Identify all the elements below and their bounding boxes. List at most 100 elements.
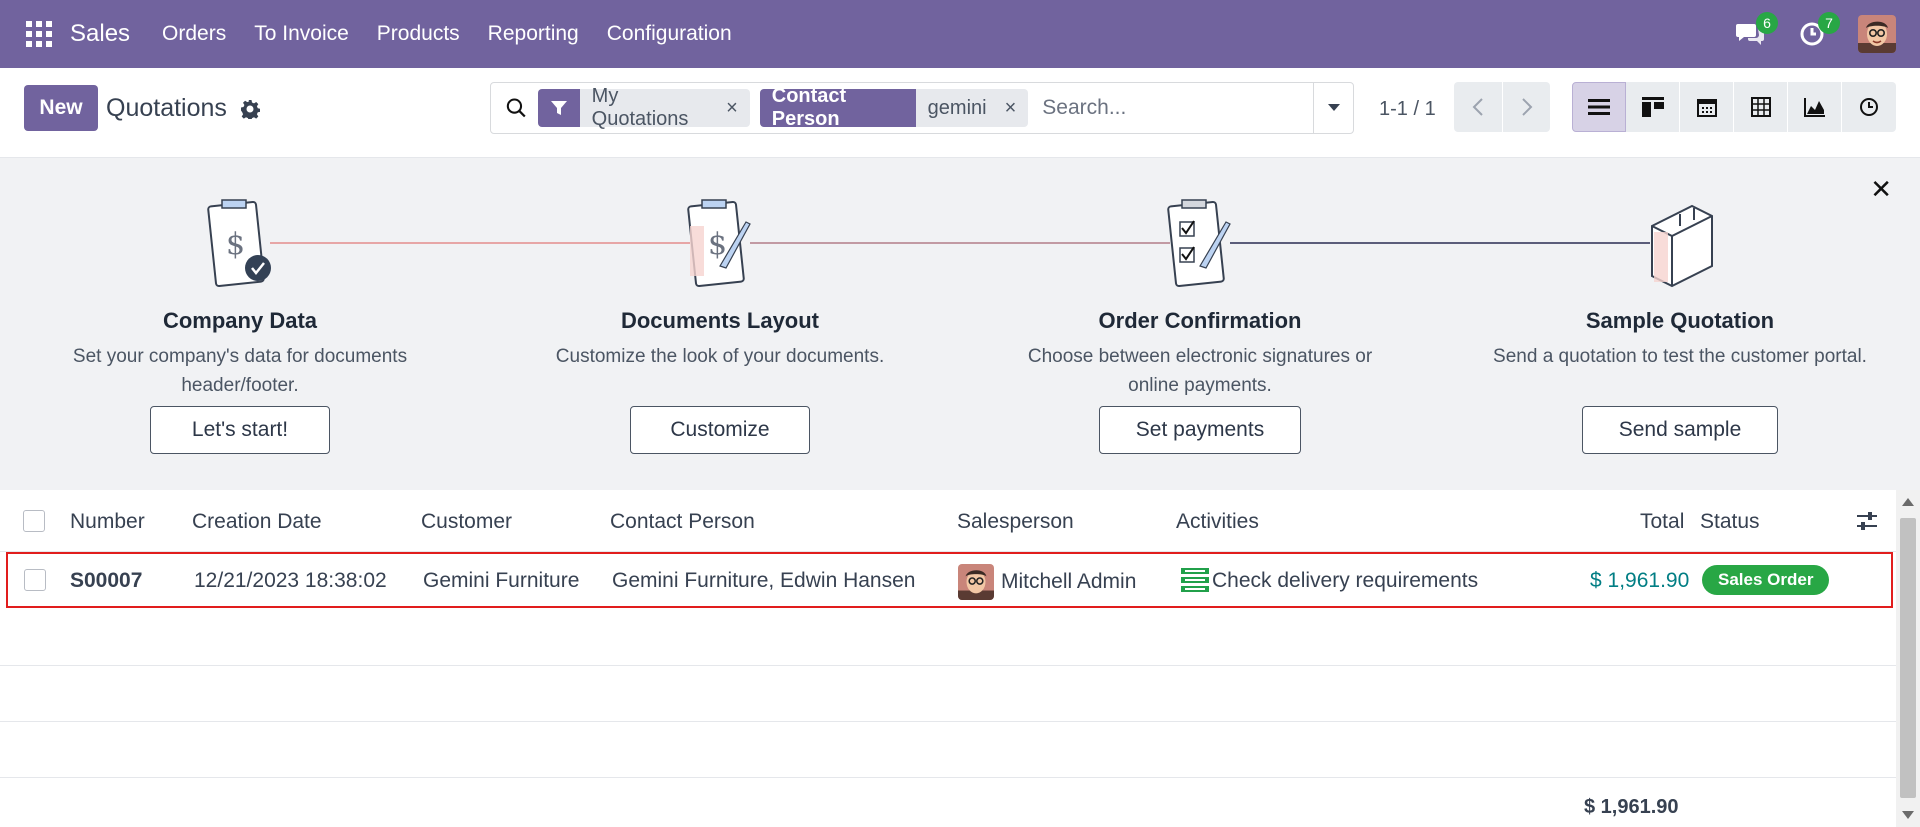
chevron-left-icon: [1472, 98, 1483, 116]
view-list-button[interactable]: [1572, 82, 1626, 132]
activity-list-icon[interactable]: [1181, 568, 1209, 592]
lets-start-button[interactable]: Let's start!: [150, 406, 330, 454]
step-description: Customize the look of your documents.: [555, 346, 885, 367]
scroll-thumb[interactable]: [1900, 518, 1916, 798]
chevron-right-icon: [1521, 98, 1532, 116]
row-checkbox[interactable]: [24, 569, 46, 591]
view-calendar-button[interactable]: [1680, 82, 1734, 132]
cell-number: S00007: [70, 569, 143, 592]
apps-grid-icon[interactable]: [26, 21, 52, 47]
pager-next-button[interactable]: [1502, 82, 1550, 132]
kanban-icon: [1641, 97, 1664, 117]
new-button[interactable]: New: [24, 85, 98, 131]
facet-value: My Quotations ×: [579, 85, 750, 130]
onboarding-step-order-confirmation: Order Confirmation Choose between electr…: [990, 194, 1410, 400]
scroll-down-icon[interactable]: [1902, 811, 1914, 819]
empty-row: [0, 722, 1896, 778]
close-icon[interactable]: ×: [1005, 97, 1017, 120]
step-title: Sample Quotation: [1585, 308, 1775, 333]
gear-icon[interactable]: [240, 99, 260, 119]
quotations-list: Number Creation Date Customer Contact Pe…: [0, 490, 1896, 827]
list-scrollbar[interactable]: [1896, 490, 1920, 827]
pager-previous-button[interactable]: [1454, 82, 1502, 132]
menu-products[interactable]: Products: [377, 22, 460, 46]
customize-button[interactable]: Customize: [630, 406, 810, 454]
facet-value-text: gemini: [927, 96, 987, 119]
cell-creation-date: 12/21/2023 18:38:02: [194, 569, 387, 592]
table-row[interactable]: S00007 12/21/2023 18:38:02 Gemini Furnit…: [6, 552, 1893, 608]
column-customer[interactable]: Customer: [421, 510, 512, 534]
menu-configuration[interactable]: Configuration: [607, 22, 732, 46]
status-badge: Sales Order: [1702, 565, 1830, 595]
column-total[interactable]: Total: [1640, 510, 1684, 534]
search-options-toggle[interactable]: [1313, 83, 1353, 133]
empty-row: [0, 610, 1896, 666]
messages-button[interactable]: 6: [1734, 12, 1778, 50]
svg-text:$: $: [708, 227, 727, 262]
optional-columns-icon[interactable]: [1856, 511, 1878, 531]
column-salesperson[interactable]: Salesperson: [957, 510, 1074, 534]
top-navbar: Sales Orders To Invoice Products Reporti…: [0, 0, 1920, 68]
clipboard-checklist-icon: [1167, 199, 1231, 287]
cell-customer: Gemini Furniture: [423, 569, 580, 592]
activities-count-badge: 7: [1818, 12, 1840, 34]
facet-value: gemini ×: [915, 89, 1029, 127]
column-activities[interactable]: Activities: [1176, 510, 1259, 534]
control-panel: New Quotations My Quotations × Contact P…: [0, 68, 1920, 158]
onboarding-panel: ✕ $ Company Data Set your company's data…: [0, 158, 1920, 490]
select-all-checkbox[interactable]: [23, 510, 45, 532]
avatar[interactable]: [958, 564, 994, 600]
facet-my-quotations: My Quotations ×: [537, 85, 750, 130]
scroll-up-icon[interactable]: [1902, 498, 1914, 506]
step-title: Company Data: [162, 308, 318, 333]
set-payments-button[interactable]: Set payments: [1099, 406, 1301, 454]
pivot-icon: [1750, 97, 1771, 117]
pager-buttons: [1454, 82, 1550, 132]
column-contact-person[interactable]: Contact Person: [610, 510, 755, 534]
column-status[interactable]: Status: [1700, 510, 1760, 534]
cell-salesperson: Mitchell Admin: [1001, 570, 1137, 593]
list-icon: [1588, 99, 1610, 115]
onboarding-step-sample-quotation: Sample Quotation Send a quotation to tes…: [1470, 194, 1890, 371]
footer-total: $ 1,961.90: [1584, 796, 1679, 818]
list-header: Number Creation Date Customer Contact Pe…: [0, 490, 1896, 552]
app-brand[interactable]: Sales: [70, 20, 130, 48]
search-icon[interactable]: [505, 96, 528, 120]
cell-total: $ 1,961.90: [1590, 569, 1690, 592]
activities-button[interactable]: 7: [1796, 12, 1840, 50]
cell-contact-person: Gemini Furniture, Edwin Hansen: [612, 569, 916, 592]
facet-contact-person: Contact Person gemini ×: [759, 85, 1029, 130]
search-panel: My Quotations × Contact Person gemini ×: [490, 82, 1354, 134]
step-title: Documents Layout: [620, 308, 820, 333]
facet-value-text: My Quotations: [591, 85, 689, 130]
area-chart-icon: [1803, 98, 1825, 117]
facet-label: Contact Person: [759, 85, 916, 130]
clipboard-dollar-icon: $: [207, 199, 271, 287]
view-pivot-button[interactable]: [1734, 82, 1788, 132]
view-kanban-button[interactable]: [1626, 82, 1680, 132]
view-graph-button[interactable]: [1788, 82, 1842, 132]
column-creation-date[interactable]: Creation Date: [192, 510, 322, 534]
send-sample-button[interactable]: Send sample: [1582, 406, 1778, 454]
sent-documents-icon: [1651, 204, 1713, 288]
step-description: Send a quotation to test the customer po…: [1493, 346, 1867, 367]
clock-icon: [1860, 98, 1878, 116]
close-icon[interactable]: ×: [726, 97, 738, 120]
view-activity-button[interactable]: [1842, 82, 1896, 132]
clipboard-pen-icon: $: [687, 199, 751, 287]
menu-to-invoice[interactable]: To Invoice: [254, 22, 349, 46]
cell-activity[interactable]: Check delivery requirements: [1212, 569, 1478, 593]
messages-count-badge: 6: [1756, 12, 1778, 34]
facet-filter-label: [537, 89, 580, 127]
user-avatar[interactable]: [1858, 15, 1896, 53]
menu-orders[interactable]: Orders: [162, 22, 226, 46]
onboarding-step-company-data: $ Company Data Set your company's data f…: [30, 194, 450, 400]
search-input[interactable]: [1042, 96, 1314, 120]
menu-reporting[interactable]: Reporting: [488, 22, 579, 46]
calendar-icon: [1696, 99, 1717, 117]
view-switcher: [1572, 82, 1896, 132]
pager-value[interactable]: 1-1 / 1: [1379, 98, 1436, 121]
filter-icon: [550, 101, 567, 115]
column-number[interactable]: Number: [70, 510, 145, 534]
onboarding-step-documents-layout: $ Documents Layout Customize the look of…: [510, 194, 930, 371]
